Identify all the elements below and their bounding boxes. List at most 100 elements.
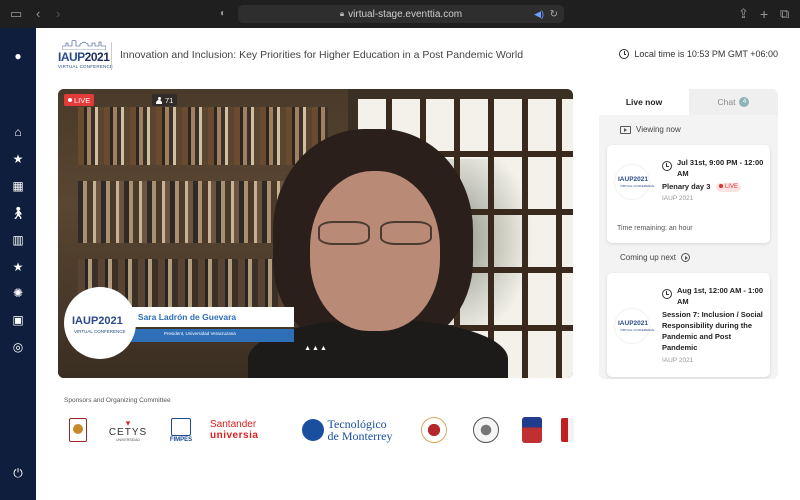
- session-logo: IAUP2021 VIRTUAL CONFERENCE: [615, 165, 654, 199]
- live-badge: LIVE: [64, 94, 95, 106]
- session-live-pill: LIVE: [716, 183, 741, 192]
- session-title: Plenary day 3 LIVE: [662, 181, 764, 192]
- tab-live-now[interactable]: Live now: [599, 89, 689, 115]
- live-label: LIVE: [74, 95, 91, 105]
- cetys-name: CETYS: [108, 426, 148, 438]
- new-tab-icon[interactable]: +: [760, 6, 768, 22]
- session-org: IAUP 2021: [662, 195, 694, 202]
- session-logo: IAUP2021 VIRTUAL CONFERENCE: [615, 309, 654, 343]
- home-icon[interactable]: ⌂: [0, 125, 36, 139]
- screen-play-icon: [620, 125, 631, 134]
- amurex-logo-icon: [69, 418, 87, 442]
- video-player[interactable]: LIVE 71 Dra. Sara Ladrón de Guevara Pres…: [58, 89, 573, 378]
- chat-count-badge: 4: [739, 97, 750, 107]
- local-time: Local time is 10:53 PM GMT +06:00: [619, 49, 778, 59]
- fimpes-mark-icon: [171, 417, 191, 436]
- fimpes-name: FIMPES: [169, 436, 193, 443]
- speaker-face: [310, 171, 440, 331]
- live-dot-icon: [68, 98, 72, 102]
- clock-icon: [662, 161, 672, 171]
- session-logo-subtitle: VIRTUAL CONFERENCE: [620, 328, 655, 332]
- address-bar[interactable]: 🔒︎ virtual-stage.eventtia.com ◀) ↻: [238, 5, 564, 23]
- session-title-text: Plenary day 3: [662, 182, 711, 191]
- aperture-icon[interactable]: ✺: [0, 286, 36, 300]
- url-text: virtual-stage.eventtia.com: [348, 8, 463, 20]
- star-icon[interactable]: ★: [0, 152, 36, 166]
- header-divider: [111, 42, 112, 70]
- university-seal-icon: [421, 417, 447, 443]
- sponsor-fimpes[interactable]: FIMPES: [166, 410, 196, 450]
- power-icon[interactable]: ⏻: [0, 466, 36, 480]
- speaker-name: Dra. Sara Ladrón de Guevara: [119, 312, 237, 322]
- santander-name: Santander: [210, 419, 257, 430]
- calendar-icon[interactable]: ▦: [0, 179, 36, 193]
- reload-icon[interactable]: ↻: [550, 9, 558, 20]
- building-icon[interactable]: ▥: [0, 233, 36, 247]
- video-watermark-logo: ▲▲▲: [296, 345, 336, 369]
- universia-name: universia: [210, 430, 259, 441]
- sidebar-toggle-icon[interactable]: ▭: [10, 6, 22, 22]
- viewer-count-badge: 71: [152, 94, 178, 106]
- schedule-panel: Live now Chat 4 Viewing now IAUP2021 VIR…: [599, 89, 778, 379]
- clock-icon: [619, 49, 630, 59]
- sidebar: ● ⌂ ★ ▦ 🚶︎ ▥ ★ ✺ ▣ ◎ ⏻: [0, 28, 36, 500]
- sponsor-seal-2[interactable]: [472, 410, 500, 450]
- sponsor-seal-1[interactable]: [420, 410, 448, 450]
- session-logo-text: IAUP2021: [618, 176, 648, 183]
- walking-person-icon[interactable]: 🚶︎: [0, 206, 36, 220]
- live-dot-icon: [719, 184, 723, 188]
- coming-up-label: Coming up next: [620, 253, 677, 262]
- tab-chat-label: Chat: [717, 97, 736, 107]
- skyline-icon: ▲▲▲: [304, 345, 328, 352]
- cetys-sub: UNIVERSIDAD: [116, 437, 140, 442]
- back-icon[interactable]: ‹: [36, 6, 40, 22]
- speaker-lower-third: Dra. Sara Ladrón de Guevara President, U…: [64, 287, 294, 359]
- photo-icon[interactable]: ▣: [0, 313, 36, 327]
- clock-icon: [662, 289, 672, 299]
- sponsor-santander[interactable]: Santander universia: [210, 410, 280, 450]
- page-header: IAUP2021 VIRTUAL CONFERENCE Innovation a…: [36, 28, 800, 84]
- person-icon: [156, 96, 162, 104]
- session-time: Jul 31st, 9:00 PM - 12:00 AM: [677, 158, 764, 178]
- share-icon[interactable]: ⇪: [738, 6, 749, 22]
- user-icon[interactable]: ●: [0, 49, 36, 63]
- speaker-glasses: [318, 221, 438, 247]
- overlay-logo-year: 2021: [98, 315, 123, 327]
- event-logo[interactable]: IAUP2021 VIRTUAL CONFERENCE: [58, 40, 114, 72]
- sponsor-seal-4[interactable]: [558, 410, 574, 450]
- session-logo-text: IAUP2021: [618, 320, 648, 327]
- star-icon[interactable]: ★: [0, 260, 36, 274]
- glasses-lens: [380, 221, 432, 245]
- sponsor-seal-3[interactable]: [518, 410, 546, 450]
- speaker-icon[interactable]: ◀): [534, 9, 544, 20]
- logo-iaup: IAUP: [58, 50, 85, 64]
- tab-chat[interactable]: Chat 4: [689, 89, 778, 115]
- local-time-text: Local time is 10:53 PM GMT +06:00: [634, 49, 778, 59]
- play-circle-icon: [681, 253, 691, 262]
- forward-icon[interactable]: ›: [56, 6, 60, 22]
- overlay-logo-subtitle: VIRTUAL CONFERENCE: [74, 329, 126, 334]
- logo-subtitle: VIRTUAL CONFERENCE: [58, 64, 114, 69]
- viewing-now-label: Viewing now: [636, 125, 681, 134]
- sponsor-amurex[interactable]: [66, 410, 90, 450]
- coming-up-heading: Coming up next: [620, 253, 691, 262]
- page-title: Innovation and Inclusion: Key Priorities…: [120, 49, 524, 61]
- shield-icon[interactable]: ◐: [220, 6, 226, 22]
- session-logo-subtitle: VIRTUAL CONFERENCE: [620, 184, 655, 188]
- glasses-lens: [318, 221, 370, 245]
- session-org: IAUP 2021: [662, 357, 694, 364]
- university-logo-icon: [561, 418, 574, 442]
- sponsor-cetys[interactable]: ▾ CETYS UNIVERSIDAD: [108, 410, 148, 450]
- session-title: Session 7: Inclusion / Social Responsibi…: [662, 310, 763, 352]
- session-time: Aug 1st, 12:00 AM - 1:00 AM: [677, 286, 763, 306]
- next-session-card[interactable]: IAUP2021 VIRTUAL CONFERENCE Aug 1st, 12:…: [607, 273, 770, 377]
- time-remaining: Time remaining: an hour: [617, 225, 693, 232]
- tab-live-label: Live now: [625, 97, 663, 107]
- lock-icon: 🔒︎: [339, 9, 345, 18]
- tabs-icon[interactable]: ⧉: [780, 6, 789, 22]
- current-session-card[interactable]: IAUP2021 VIRTUAL CONFERENCE Jul 31st, 9:…: [607, 145, 770, 243]
- tec-sub: de Monterrey: [327, 429, 393, 443]
- sponsor-tec[interactable]: Tecnológico de Monterrey: [292, 410, 402, 450]
- sponsors-title: Sponsors and Organizing Committee: [64, 397, 171, 404]
- target-icon[interactable]: ◎: [0, 340, 36, 354]
